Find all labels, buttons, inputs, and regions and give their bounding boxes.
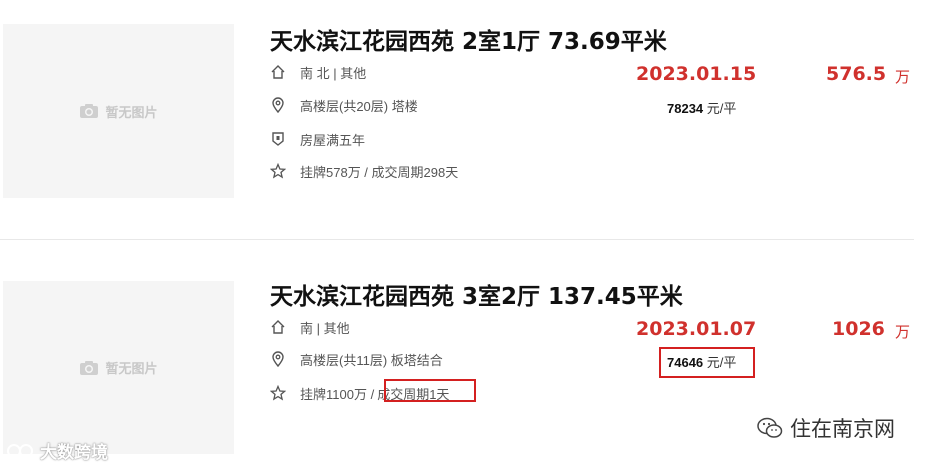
camera-icon bbox=[80, 104, 99, 118]
listing-divider bbox=[0, 239, 914, 240]
deal-date: 2023.01.07 bbox=[636, 318, 757, 340]
watermark-right-text: 住在南京网 bbox=[790, 418, 895, 441]
tag-text: 房屋满五年 bbox=[300, 132, 366, 148]
no-image-label: 暂无图片 bbox=[105, 361, 158, 376]
listing-thumbnail[interactable]: 暂无图片 bbox=[3, 281, 234, 454]
floor-row: 高楼层(共11层) 板塔结合 bbox=[270, 349, 443, 369]
house-icon bbox=[271, 65, 285, 79]
watermark-logo-icon bbox=[7, 443, 33, 458]
wechat-icon bbox=[757, 417, 783, 438]
unit-price-unit: 元/平 bbox=[706, 101, 737, 116]
floor-text: 高楼层(共20层) 塔楼 bbox=[300, 98, 418, 114]
total-price-unit: 万 bbox=[895, 69, 911, 86]
total-price: 576.5 bbox=[826, 63, 887, 85]
watermark-left-text: 大数跨境 bbox=[40, 443, 108, 462]
highlight-box-unit-price bbox=[659, 347, 755, 378]
house-icon bbox=[271, 320, 285, 334]
watermark-left: 大数跨境 bbox=[6, 438, 108, 463]
watermark-right: 住在南京网 bbox=[756, 413, 895, 443]
listing-cycle-text: 挂牌578万 / 成交周期298天 bbox=[300, 164, 459, 180]
unit-price: 78234 元/平 bbox=[667, 98, 736, 117]
orientation-row: 南 北 | 其他 bbox=[270, 62, 366, 82]
orientation-text: 南 北 | 其他 bbox=[300, 65, 367, 81]
listing-cycle-row: 挂牌578万 / 成交周期298天 bbox=[270, 161, 458, 181]
total-price: 1026 bbox=[832, 318, 885, 340]
unit-price-value: 78234 bbox=[667, 101, 704, 116]
location-pin-icon bbox=[272, 351, 284, 367]
tag-row: 房屋满五年 bbox=[270, 129, 365, 149]
highlight-box-deal-cycle bbox=[384, 379, 476, 402]
deal-date: 2023.01.15 bbox=[636, 63, 757, 85]
listing-title[interactable]: 天水滨江花园西苑 3室2厅 137.45平米 bbox=[270, 277, 683, 311]
total-price-unit: 万 bbox=[895, 324, 911, 341]
floor-text: 高楼层(共11层) 板塔结合 bbox=[300, 352, 443, 368]
listing-prefix-text: 挂牌1100万 / bbox=[300, 386, 375, 402]
star-icon bbox=[270, 385, 286, 401]
floor-row: 高楼层(共20层) 塔楼 bbox=[270, 95, 418, 115]
listing-title[interactable]: 天水滨江花园西苑 2室1厅 73.69平米 bbox=[270, 22, 667, 56]
no-image-label: 暂无图片 bbox=[105, 104, 158, 120]
listing-card[interactable]: 暂无图片 天水滨江花园西苑 2室1厅 73.69平米 南 北 | 其他 高楼层(… bbox=[0, 0, 931, 240]
orientation-row: 南 | 其他 bbox=[270, 317, 350, 337]
shield-icon bbox=[272, 132, 284, 146]
star-icon bbox=[270, 163, 286, 179]
location-pin-icon bbox=[272, 97, 284, 113]
camera-icon bbox=[80, 360, 99, 375]
orientation-text: 南 | 其他 bbox=[300, 320, 350, 336]
listing-thumbnail[interactable]: 暂无图片 bbox=[3, 24, 234, 198]
